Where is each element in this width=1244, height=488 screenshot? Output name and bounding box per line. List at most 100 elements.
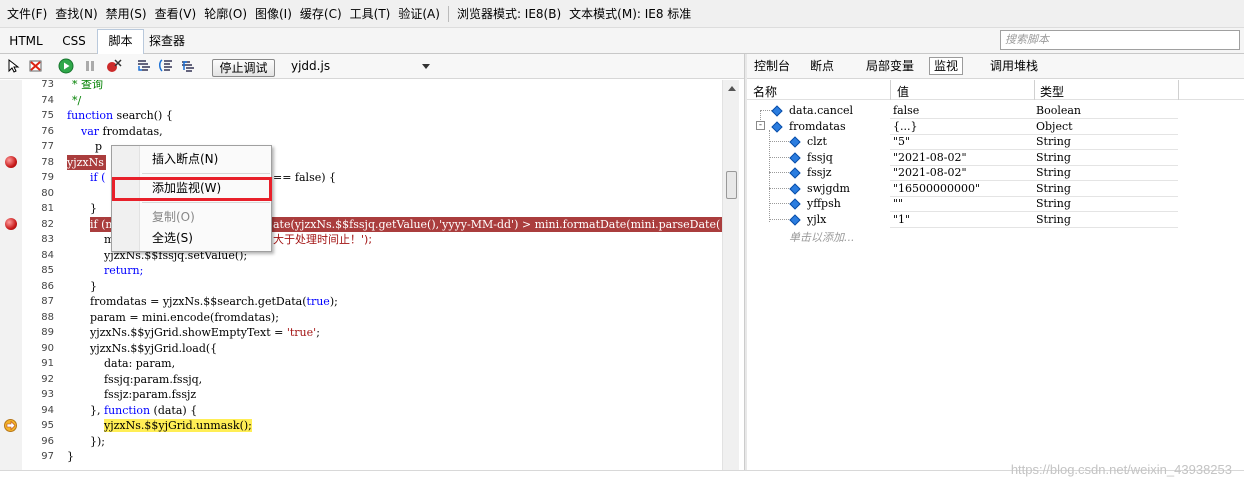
tab-css[interactable]: CSS [54, 30, 94, 54]
code-line-current[interactable]: 95 yjzxNs.$$yjGrid.unmask(); [0, 418, 722, 434]
tab-profiler[interactable]: 探查器 [146, 30, 188, 54]
menu-separator [142, 173, 270, 174]
scroll-thumb[interactable] [726, 171, 737, 199]
script-toolbar: 停止调试 yjdd.js [0, 54, 744, 79]
code-line[interactable]: 91 data: param, [0, 356, 722, 372]
object-icon [771, 120, 783, 133]
menu-images[interactable]: 图像(I) [251, 0, 296, 28]
code-line-breakpoint[interactable]: 78 yjzxNs [0, 154, 722, 171]
code-line[interactable]: 81} [0, 201, 722, 217]
code-text: yjzxNs.$$yjGrid.unmask(); [104, 419, 252, 432]
watermark: https://blog.csdn.net/weixin_43938253 [1010, 462, 1232, 477]
menu-bar: 文件(F) 查找(N) 禁用(S) 查看(V) 轮廓(O) 图像(I) 缓存(C… [0, 0, 1244, 28]
code-scrollbar[interactable] [722, 80, 739, 470]
code-line[interactable]: 84 yjzxNs.$$fssjq.setValue(); [0, 248, 722, 264]
property-icon [771, 105, 783, 117]
column-name[interactable]: 名称 [753, 83, 777, 100]
step-over-icon[interactable] [158, 58, 174, 74]
menu-copy: 复制(O) [152, 210, 195, 224]
chevron-down-icon[interactable] [422, 64, 430, 69]
menu-document-mode[interactable]: 文本模式(M): IE8 标准 [565, 0, 695, 28]
watch-header: 名称 值 类型 [747, 80, 1244, 100]
code-line[interactable]: 87 fromdatas = yjzxNs.$$search.getData(tr… [0, 294, 722, 310]
script-source-view[interactable]: 73 * 查询 74 */ 75 function search() { 76 var… [0, 80, 722, 470]
scroll-up-icon[interactable] [728, 86, 736, 91]
column-value[interactable]: 值 [897, 83, 909, 100]
select-element-icon[interactable] [6, 58, 22, 74]
code-line[interactable]: 96}); [0, 434, 722, 450]
code-line[interactable]: 75 function search() { [0, 108, 722, 124]
column-divider[interactable] [1178, 80, 1179, 100]
code-line[interactable]: 80 [0, 186, 722, 202]
code-line[interactable]: 79 if (== false) { [0, 170, 722, 186]
tab-html[interactable]: HTML [2, 30, 50, 54]
step-out-icon[interactable] [180, 58, 196, 74]
pause-icon[interactable] [82, 58, 98, 74]
menu-browser-mode[interactable]: 浏览器模式: IE8(B) [453, 0, 565, 28]
stop-debugging-button[interactable]: 停止调试 [212, 59, 275, 77]
property-icon [789, 213, 801, 226]
break-on-error-icon[interactable] [106, 58, 122, 74]
menu-tools[interactable]: 工具(T) [346, 0, 395, 28]
code-text: }, function (data) { [90, 403, 198, 417]
code-line[interactable]: 92 fssjq:param.fssjq, [0, 372, 722, 388]
code-line[interactable]: 93 fssjz:param.fssjz [0, 387, 722, 403]
menu-view[interactable]: 查看(V) [151, 0, 201, 28]
code-line[interactable]: 73 * 查询 [0, 80, 722, 93]
menu-find[interactable]: 查找(N) [51, 0, 101, 28]
menu-cache[interactable]: 缓存(C) [296, 0, 346, 28]
code-text: function search() { [67, 109, 173, 122]
code-text: fromdatas = yjzxNs.$$search.getData(true… [90, 295, 338, 308]
code-line[interactable]: 94}, function (data) { [0, 403, 722, 419]
add-watch-input[interactable]: 单击以添加... [789, 229, 855, 245]
watch-row[interactable]: yjlx "1" String [747, 212, 1244, 228]
tab-breakpoints[interactable]: 断点 [810, 58, 834, 74]
tab-console[interactable]: 控制台 [754, 58, 790, 74]
menu-separator [447, 5, 449, 22]
tab-watch[interactable]: 监视 [929, 57, 964, 75]
menu-insert-breakpoint[interactable]: 插入断点(N) [152, 150, 218, 168]
code-line[interactable]: 76 var fromdatas, [0, 124, 722, 140]
code-line[interactable]: 74 */ [0, 93, 722, 109]
code-line[interactable]: 77 p [0, 139, 722, 155]
code-line[interactable]: 85 return; [0, 263, 722, 279]
column-divider[interactable] [890, 80, 891, 100]
code-line[interactable]: 88 param = mini.encode(fromdatas); [0, 310, 722, 326]
menu-select-all[interactable]: 全选(S) [152, 229, 193, 247]
tab-script[interactable]: 脚本 [97, 29, 144, 55]
column-divider[interactable] [1034, 80, 1035, 100]
menu-outline[interactable]: 轮廓(O) [200, 0, 251, 28]
property-icon [789, 198, 801, 210]
script-file-select[interactable]: yjdd.js [291, 58, 330, 74]
tab-locals[interactable]: 局部变量 [866, 58, 914, 74]
watch-row[interactable]: swjgdm "16500000000" String [747, 181, 1244, 197]
code-line-breakpoint[interactable]: 82 if (m ate(yjzxNs.$$fssjq.getValue(),'yy… [0, 216, 722, 233]
watch-row[interactable]: fssjq "2021-08-02" String [747, 150, 1244, 166]
continue-icon[interactable] [58, 58, 74, 74]
watch-row[interactable]: data.cancel false Boolean [747, 103, 1244, 119]
watch-row[interactable]: fssjz "2021-08-02" String [747, 165, 1244, 181]
watch-table: 名称 值 类型 - data.cancel false Boolean fromda… [747, 80, 1244, 470]
code-line[interactable]: 89 yjzxNs.$$yjGrid.showEmptyText = 'true'… [0, 325, 722, 341]
tab-call-stack[interactable]: 调用堆栈 [990, 58, 1038, 74]
search-script-input[interactable]: 搜索脚本 [1000, 30, 1240, 50]
menu-validate[interactable]: 验证(A) [394, 0, 444, 28]
breakpoint-icon[interactable] [5, 156, 17, 168]
code-line[interactable]: 97} [0, 449, 722, 465]
code-line[interactable]: 83 m 大于处理时间止！'); [0, 232, 722, 248]
code-line[interactable]: 86} [0, 279, 722, 295]
watch-row[interactable]: yffpsh "" String [747, 196, 1244, 212]
column-type[interactable]: 类型 [1040, 83, 1064, 100]
menu-disable[interactable]: 禁用(S) [102, 0, 151, 28]
highlight-box [112, 177, 272, 201]
menu-file[interactable]: 文件(F) [3, 0, 51, 28]
step-into-icon[interactable] [136, 58, 152, 74]
watch-row[interactable]: clzt "5" String [747, 134, 1244, 150]
breakpoint-icon[interactable] [5, 218, 17, 230]
watch-row[interactable]: fromdatas {...} Object [747, 119, 1244, 135]
clear-breakpoints-icon[interactable] [28, 58, 44, 74]
property-icon [789, 182, 801, 195]
property-icon [789, 136, 801, 148]
debug-panel-tabs: 控制台 断点 局部变量 监视 调用堆栈 [747, 54, 1244, 79]
code-line[interactable]: 90 yjzxNs.$$yjGrid.load({ [0, 341, 722, 357]
